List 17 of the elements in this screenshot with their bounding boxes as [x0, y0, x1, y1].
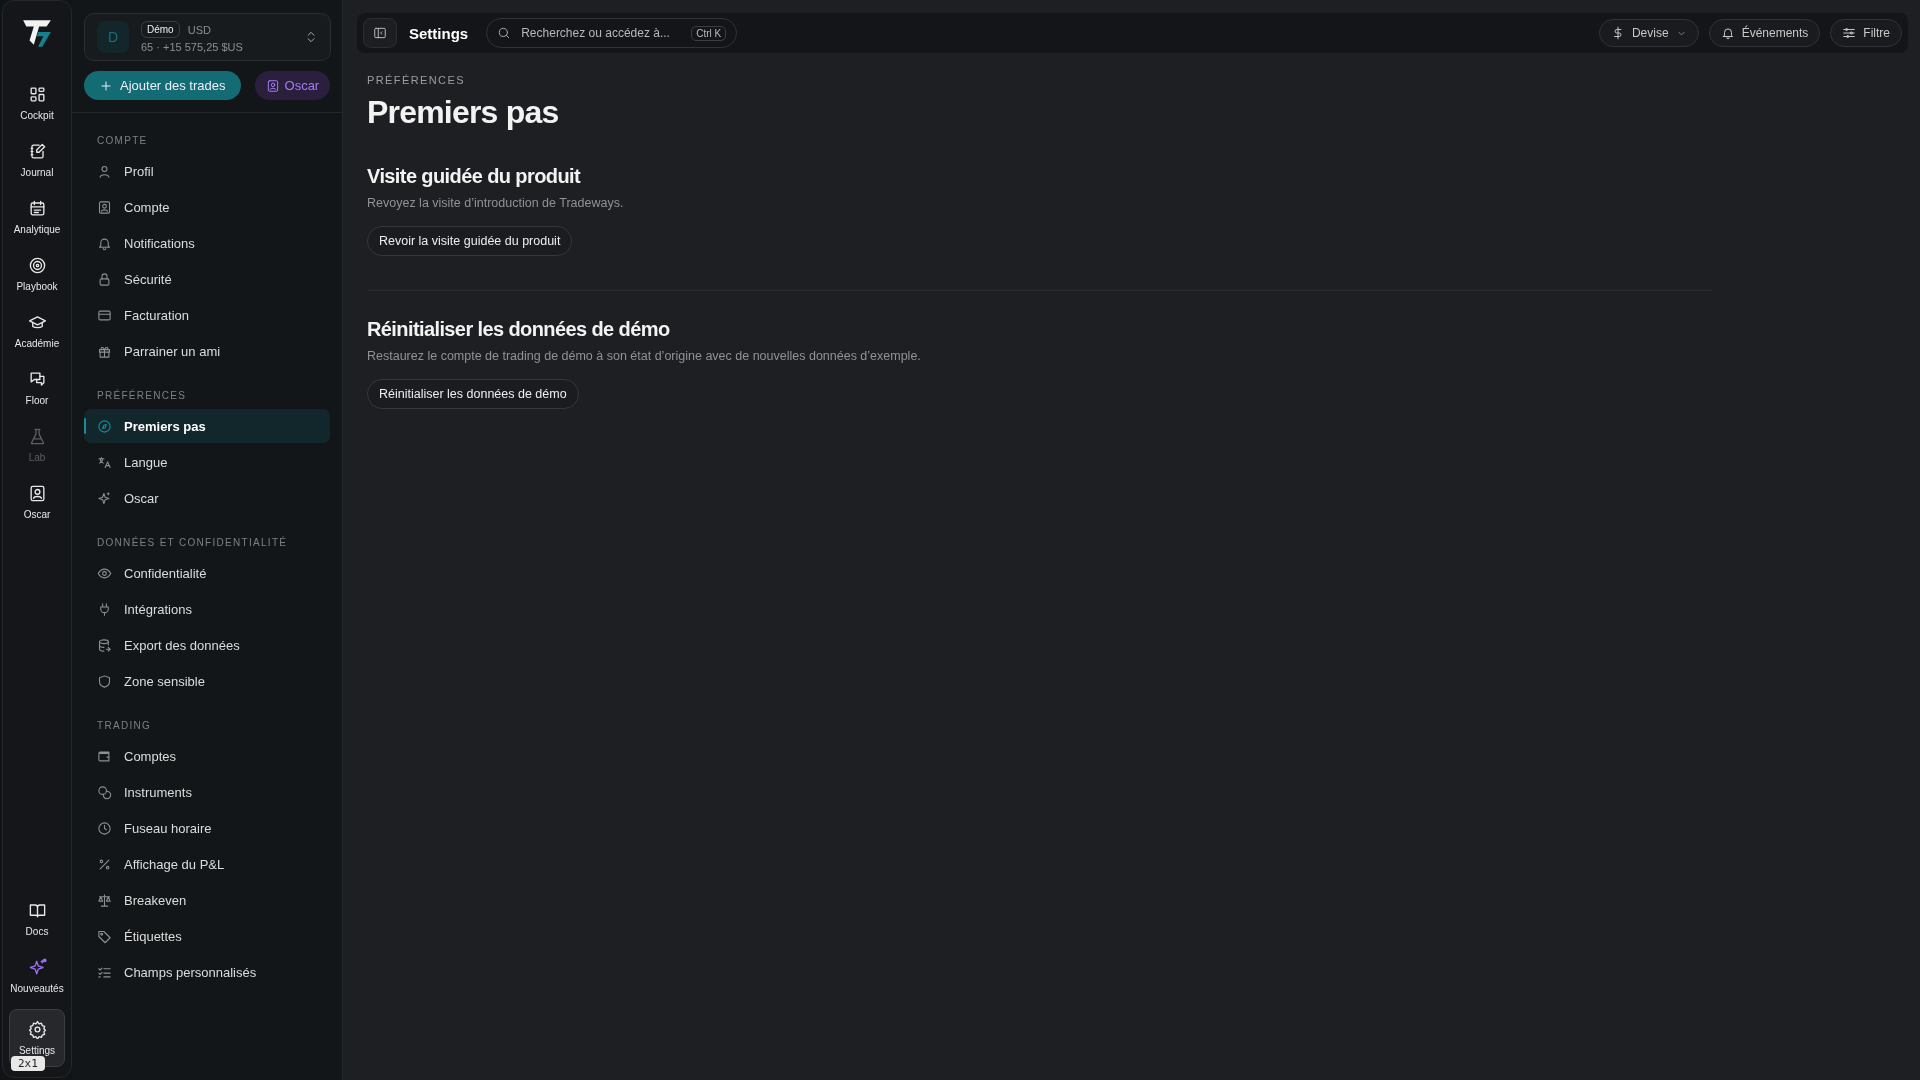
- section-title: Réinitialiser les données de démo: [367, 318, 671, 341]
- section-heading: TRADING: [96, 719, 153, 733]
- section-title: Visite guidée du produit: [367, 165, 582, 188]
- avatar: D: [97, 21, 129, 53]
- page-title: Settings: [409, 24, 469, 42]
- demo-tag: Démo: [141, 21, 180, 38]
- account-summary: 65 · +15 575,25 $US: [141, 41, 244, 53]
- currency-label: USD: [187, 23, 211, 36]
- breadcrumb: PRÉFÉRENCES: [367, 74, 466, 86]
- section-heading: COMPTE: [96, 134, 149, 148]
- size-tooltip: 2x1: [11, 1056, 45, 1071]
- shortcut-hint: Ctrl K: [691, 25, 727, 41]
- page-heading: Premiers pas: [367, 94, 560, 131]
- section-heading: DONNÉES ET CONFIDENTIALITÉ: [96, 535, 289, 550]
- section-description: Restaurez le compte de trading de démo à son état d’origine avec de nouvelles données d’exemple.: [367, 349, 922, 363]
- section-heading: PRÉFÉRENCES: [96, 388, 188, 403]
- section-description: Revoyez la visite d’introduction de Tradeways.: [367, 196, 625, 210]
